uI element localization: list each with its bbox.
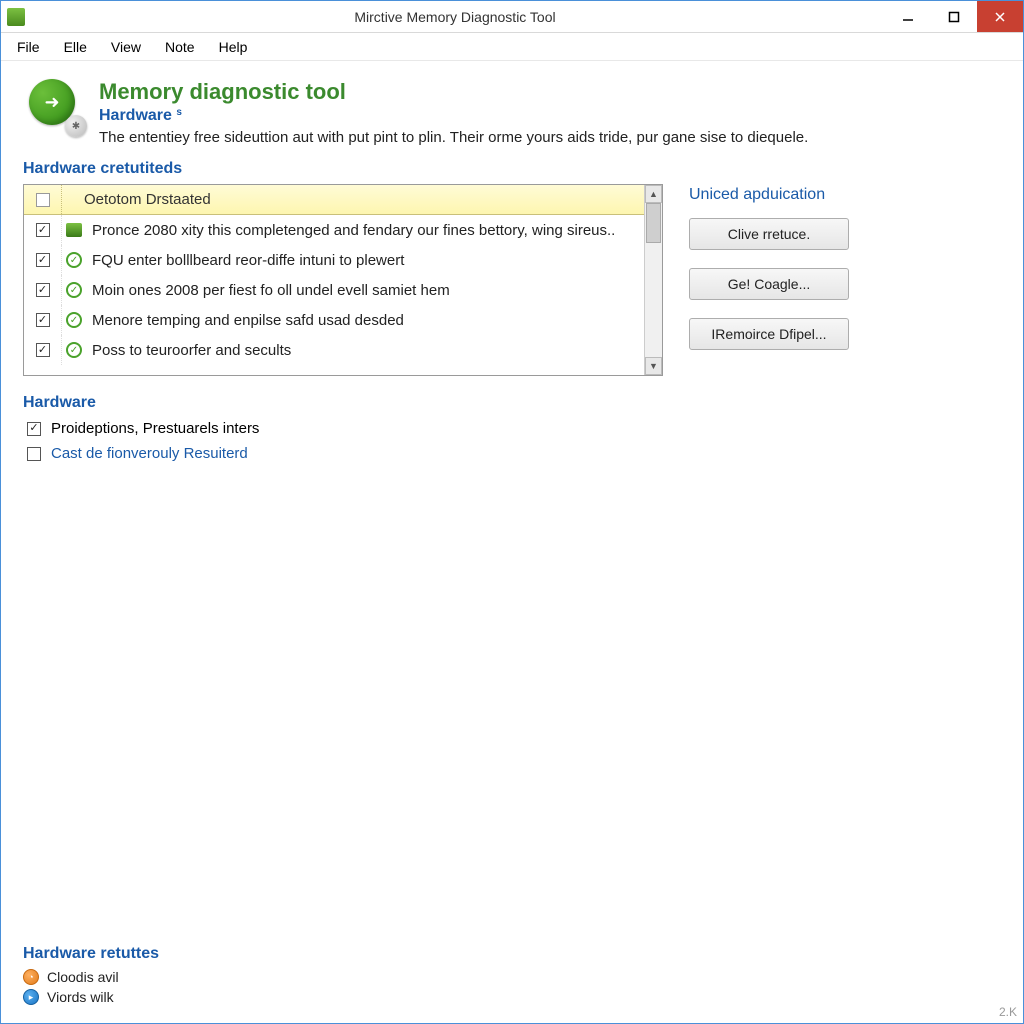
list-item[interactable]: ✓ ✓ Menore temping and enpilse safd usad… bbox=[24, 305, 644, 335]
page-title: Memory diagnostic tool bbox=[99, 79, 808, 105]
window-controls bbox=[885, 1, 1023, 32]
info-icon: ▸ bbox=[23, 989, 39, 1005]
status-ok-icon: ✓ bbox=[66, 312, 82, 328]
listview-header-label[interactable]: Oetotom Drstaated bbox=[62, 191, 211, 208]
menubar: File Elle View Note Help bbox=[1, 33, 1023, 61]
header-icon-placeholder bbox=[36, 193, 50, 207]
scroll-down-button[interactable]: ▼ bbox=[645, 357, 662, 375]
option-row[interactable]: ✓ Proideptions, Prestuarels inters bbox=[23, 420, 663, 437]
status-ok-icon: ✓ bbox=[66, 342, 82, 358]
page-description: The ententiey free sideuttion aut with p… bbox=[99, 129, 808, 146]
footer-section: Hardware retuttes ◔ Cloodis avil ▸ Viord… bbox=[23, 945, 159, 1005]
footer-item-text: Cloodis avil bbox=[47, 969, 119, 985]
menu-elle[interactable]: Elle bbox=[54, 37, 97, 57]
menu-help[interactable]: Help bbox=[209, 37, 258, 57]
window-title: Mirctive Memory Diagnostic Tool bbox=[25, 9, 885, 25]
corner-badge: 2.K bbox=[999, 1005, 1017, 1019]
diagnostic-listview[interactable]: Oetotom Drstaated ✓ Pronce 2080 xity thi… bbox=[23, 184, 663, 376]
list-item[interactable]: ✓ ✓ FQU enter bolllbeard reor-diffe intu… bbox=[24, 245, 644, 275]
minimize-button[interactable] bbox=[885, 1, 931, 32]
footer-item[interactable]: ◔ Cloodis avil bbox=[23, 969, 159, 985]
status-warn-icon bbox=[66, 223, 82, 237]
footer-item-text: Viords wilk bbox=[47, 989, 114, 1005]
scroll-up-button[interactable]: ▲ bbox=[645, 185, 662, 203]
status-ok-icon: ✓ bbox=[66, 282, 82, 298]
listview-header[interactable]: Oetotom Drstaated bbox=[24, 185, 662, 215]
side-button-3[interactable]: IRemoirce Dfipel... bbox=[689, 318, 849, 350]
side-button-1[interactable]: Clive rretuce. bbox=[689, 218, 849, 250]
side-panel-label: Uniced apduication bbox=[689, 186, 919, 204]
option-label: Proideptions, Prestuarels inters bbox=[51, 420, 259, 437]
list-section-label: Hardware cretutiteds bbox=[23, 160, 1001, 178]
list-item-text: FQU enter bolllbeard reor-diffe intuni t… bbox=[86, 252, 644, 269]
close-button[interactable] bbox=[977, 1, 1023, 32]
footer-item[interactable]: ▸ Viords wilk bbox=[23, 989, 159, 1005]
list-item-text: Moin ones 2008 per fiest fo oll undel ev… bbox=[86, 282, 644, 299]
footer-label: Hardware retuttes bbox=[23, 945, 159, 963]
option-label-link: Cast de fionverouly Resuiterd bbox=[51, 445, 248, 462]
option-row[interactable]: Cast de fionverouly Resuiterd bbox=[23, 445, 663, 462]
listview-header-checkbox-col[interactable] bbox=[24, 185, 62, 214]
list-item-text: Poss to teuroorfer and secults bbox=[86, 342, 644, 359]
list-item[interactable]: ✓ ✓ Poss to teuroorfer and secults bbox=[24, 335, 644, 365]
list-item[interactable]: ✓ ✓ Moin ones 2008 per fiest fo oll unde… bbox=[24, 275, 644, 305]
gear-icon: ✱ bbox=[65, 115, 87, 137]
page-subhead: Hardware s bbox=[99, 107, 808, 125]
app-icon bbox=[7, 8, 25, 26]
list-item-text: Menore temping and enpilse safd usad des… bbox=[86, 312, 644, 329]
checkbox[interactable]: ✓ bbox=[36, 343, 50, 357]
checkbox[interactable] bbox=[27, 447, 41, 461]
content-area: ➜ ✱ Memory diagnostic tool Hardware s Th… bbox=[1, 61, 1023, 1023]
checkbox[interactable]: ✓ bbox=[36, 223, 50, 237]
titlebar: Mirctive Memory Diagnostic Tool bbox=[1, 1, 1023, 33]
checkbox[interactable]: ✓ bbox=[27, 422, 41, 436]
menu-file[interactable]: File bbox=[7, 37, 50, 57]
maximize-button[interactable] bbox=[931, 1, 977, 32]
header-icon: ➜ ✱ bbox=[29, 79, 85, 135]
menu-view[interactable]: View bbox=[101, 37, 151, 57]
status-ok-icon: ✓ bbox=[66, 252, 82, 268]
list-item-text: Pronce 2080 xity this completenged and f… bbox=[86, 222, 644, 239]
checkbox[interactable]: ✓ bbox=[36, 253, 50, 267]
clock-icon: ◔ bbox=[23, 969, 39, 985]
listview-body: ✓ Pronce 2080 xity this completenged and… bbox=[24, 215, 644, 375]
side-panel: Uniced apduication Clive rretuce. Ge! Co… bbox=[689, 184, 919, 368]
checkbox[interactable]: ✓ bbox=[36, 283, 50, 297]
menu-note[interactable]: Note bbox=[155, 37, 205, 57]
scroll-thumb[interactable] bbox=[646, 203, 661, 243]
options-section-label: Hardware bbox=[23, 394, 663, 412]
side-button-2[interactable]: Ge! Coagle... bbox=[689, 268, 849, 300]
page-header: ➜ ✱ Memory diagnostic tool Hardware s Th… bbox=[23, 79, 1001, 146]
scrollbar[interactable]: ▲ ▼ bbox=[644, 185, 662, 375]
checkbox[interactable]: ✓ bbox=[36, 313, 50, 327]
list-item[interactable]: ✓ Pronce 2080 xity this completenged and… bbox=[24, 215, 644, 245]
